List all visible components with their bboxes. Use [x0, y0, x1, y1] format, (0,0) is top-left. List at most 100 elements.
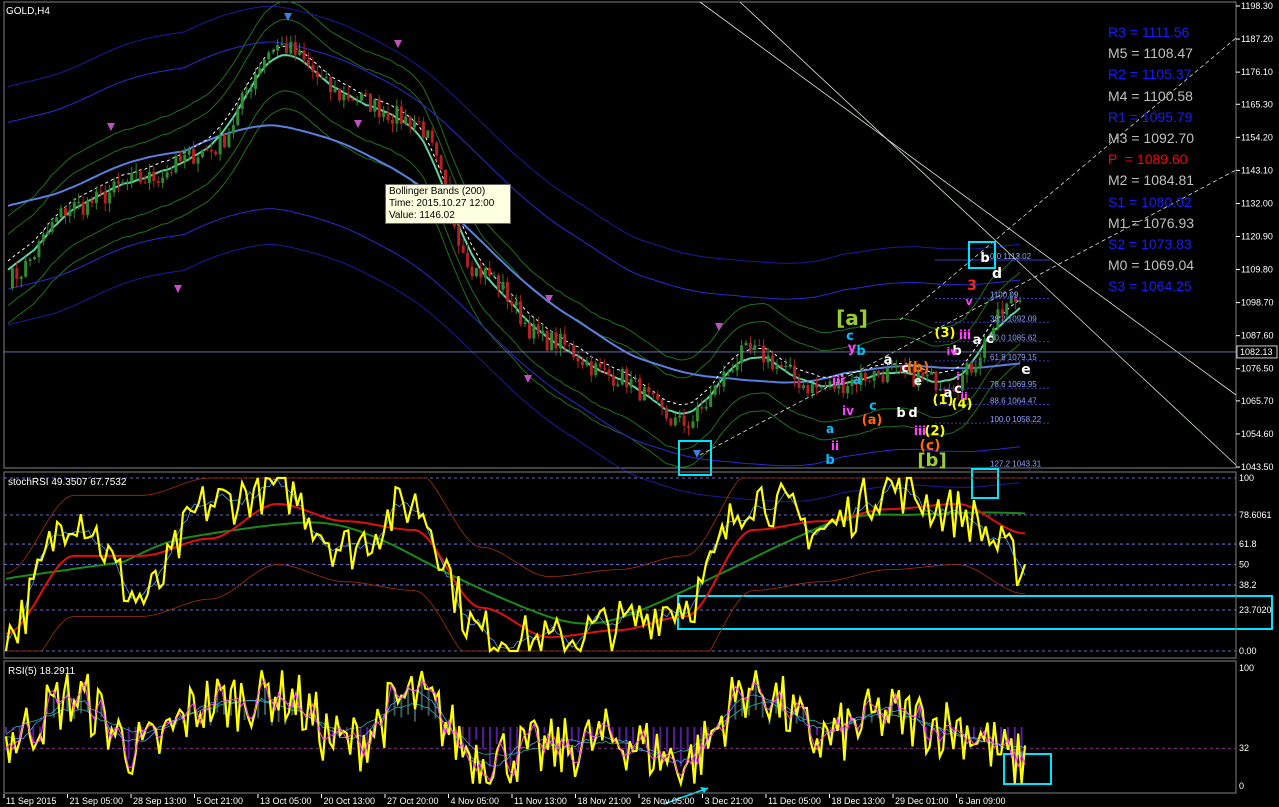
time-axis-label: 27 Oct 20:00	[387, 796, 439, 806]
pivot-level-label: M5 = 1108.47	[1108, 45, 1193, 62]
fib-level-label: 50.0 1085.62	[990, 334, 1037, 343]
candle-body	[192, 148, 196, 164]
candle-body	[801, 385, 805, 388]
candle-body	[280, 43, 284, 45]
candle-body	[240, 93, 244, 109]
candle-body	[293, 42, 297, 55]
candle-body	[514, 301, 518, 306]
candle-body	[227, 133, 231, 148]
wave-label: iv	[842, 404, 854, 418]
fib-level-label: 78.6 1069.95	[990, 380, 1037, 389]
candle-body	[492, 275, 496, 277]
fib-level-label: 88.6 1064.47	[990, 397, 1037, 406]
candle-body	[444, 169, 448, 185]
stoch-long-ma-line	[5, 511, 1026, 625]
candle-body	[404, 116, 408, 125]
candle-body	[413, 121, 417, 128]
tooltip-line-1: Bollinger Bands (200)	[389, 186, 486, 197]
candle-body	[382, 112, 386, 118]
time-axis-label: 26 Nov 05:00	[641, 796, 695, 806]
candle-body	[90, 200, 94, 204]
candle-body	[77, 202, 81, 204]
candle-body	[846, 386, 850, 394]
stoch-band-line	[6, 564, 1026, 652]
wave-label: c	[869, 399, 877, 414]
pivot-level-label: R3 = 1111.56	[1108, 24, 1190, 40]
rsi-histogram-bar	[5, 727, 7, 734]
candle-body	[656, 394, 660, 400]
rsi-histogram-bar	[495, 727, 498, 745]
candle-body	[200, 149, 204, 158]
candle-body	[519, 301, 523, 325]
pivot-level-label: S2 = 1073.83	[1108, 236, 1192, 252]
candle-body	[139, 171, 143, 183]
candle-body	[37, 241, 41, 258]
candle-body	[497, 275, 501, 290]
pivot-level-label: M4 = 1100.58	[1108, 87, 1193, 104]
rsi-histogram-bar	[427, 689, 430, 716]
candle-body	[426, 130, 430, 138]
candle-body	[541, 330, 545, 334]
candle-body	[717, 385, 721, 387]
candle-body	[762, 345, 766, 363]
wave-label: (a)	[862, 413, 883, 428]
candle-body	[307, 59, 311, 65]
stoch-axis-label: 38.2	[1239, 580, 1257, 590]
wave-label: i	[956, 370, 960, 383]
price-axis-label: 1043.50	[1241, 462, 1274, 472]
trading-chart[interactable]: 0.0 1113.02 1100.09 38.2 1092.09 50.0 1085.…	[0, 0, 1279, 807]
candle-body	[722, 371, 726, 387]
stoch-axis-label: 0.00	[1239, 646, 1257, 656]
rsi-panel-label: RSI(5) 18.2911	[8, 666, 76, 677]
candle-body	[642, 387, 646, 401]
candle-body	[320, 77, 324, 79]
price-axis-label: 1198.30	[1241, 1, 1273, 11]
price-axis-label: 1154.20	[1241, 132, 1273, 142]
candle-body	[134, 171, 138, 174]
fib-level-label: 0.0 1113.02	[990, 252, 1032, 261]
wave-label: b	[825, 453, 834, 468]
candle-body	[704, 406, 708, 409]
rsi-histogram-bar	[686, 727, 689, 752]
candle-body	[346, 94, 350, 100]
price-axis-label: 1054.60	[1241, 429, 1274, 439]
candle-body	[196, 157, 200, 164]
price-axis-label: 1087.60	[1241, 331, 1274, 341]
candle-body	[673, 417, 677, 426]
candle-body	[430, 130, 434, 143]
moving-average-200-line	[7, 124, 1021, 384]
candle-body	[572, 345, 576, 358]
wave-label: d	[992, 266, 1002, 282]
candle-body	[156, 181, 160, 183]
rsi-histogram-bar	[666, 727, 669, 753]
candle-body	[589, 361, 593, 376]
price-axis-label: 1076.50	[1241, 364, 1274, 374]
candle-body	[1005, 303, 1009, 315]
fractal-arrow-icon	[693, 450, 701, 458]
candle-body	[390, 120, 394, 124]
candle-body	[457, 226, 461, 246]
candle-body	[576, 357, 580, 362]
candle-body	[510, 301, 514, 306]
candle-body	[797, 378, 801, 388]
candle-body	[236, 108, 240, 126]
time-axis-label: 28 Sep 13:00	[133, 796, 187, 806]
rsi-histogram-bar	[488, 727, 491, 767]
candle-body	[342, 94, 346, 101]
candle-body	[594, 363, 598, 376]
stoch-axis-label: 100	[1239, 473, 1254, 483]
wave-label: (2)	[925, 424, 946, 439]
candle-body	[771, 355, 775, 370]
fractal-arrow-icon	[394, 40, 402, 48]
wave-label: e	[914, 374, 922, 388]
rsi-histogram-bar	[270, 722, 273, 726]
candle-body	[121, 182, 125, 184]
bollinger-band-line	[7, 41, 1021, 300]
candle-body	[271, 50, 275, 53]
stoch-axis-label: 61.8	[1239, 539, 1257, 549]
candle-body	[209, 149, 213, 152]
wave-label: e	[1021, 362, 1031, 378]
rsi-histogram-bar	[543, 727, 546, 733]
candle-body	[103, 191, 107, 204]
candle-body	[536, 324, 540, 334]
